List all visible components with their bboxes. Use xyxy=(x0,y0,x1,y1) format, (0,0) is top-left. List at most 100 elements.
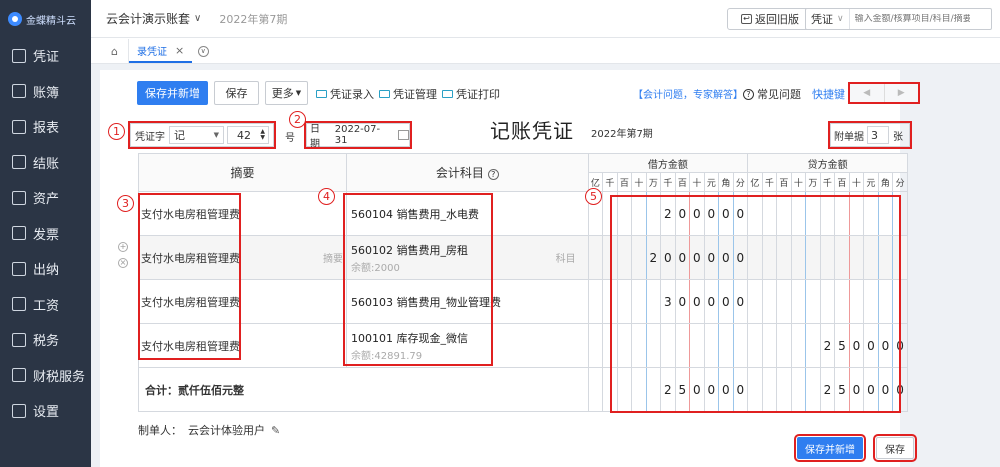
credit-digit[interactable] xyxy=(834,279,850,324)
credit-digit[interactable] xyxy=(790,323,807,368)
debit-digit[interactable] xyxy=(602,235,618,280)
debit-digit[interactable]: 0 xyxy=(660,235,676,280)
credit-digit[interactable]: 0 xyxy=(892,323,908,368)
account-set-name[interactable]: 云会计演示账套 xyxy=(106,10,190,27)
total-credit-digit[interactable]: 2 xyxy=(819,367,836,412)
debit-digit[interactable]: 3 xyxy=(660,279,676,324)
credit-digit[interactable] xyxy=(776,279,792,324)
credit-digit[interactable] xyxy=(863,279,879,324)
total-credit-digit[interactable]: 0 xyxy=(848,367,865,412)
credit-digit[interactable] xyxy=(863,235,879,280)
credit-digit[interactable] xyxy=(776,235,792,280)
total-credit-digit[interactable]: 0 xyxy=(892,367,908,412)
debit-digit[interactable]: 0 xyxy=(703,279,720,324)
save-bottom-button[interactable]: 保存 xyxy=(873,434,917,462)
debit-digit[interactable] xyxy=(689,323,705,368)
tab-more-button[interactable]: ∨ xyxy=(192,39,214,63)
debit-digit[interactable] xyxy=(645,323,662,368)
debit-digit[interactable] xyxy=(616,279,633,324)
credit-digit[interactable] xyxy=(892,235,908,280)
debit-digit[interactable] xyxy=(602,279,618,324)
home-tab[interactable]: ⌂ xyxy=(101,39,129,63)
total-debit-digit[interactable] xyxy=(587,367,604,412)
credit-digit[interactable] xyxy=(805,279,821,324)
total-debit-digit[interactable]: 0 xyxy=(718,367,734,412)
credit-digit[interactable] xyxy=(747,235,763,280)
add-row-icon[interactable]: + xyxy=(118,242,128,252)
debit-digit[interactable]: 0 xyxy=(718,235,734,280)
debit-digit[interactable] xyxy=(631,323,647,368)
credit-digit[interactable] xyxy=(761,191,778,236)
debit-digit[interactable] xyxy=(587,235,604,280)
account-cell[interactable]: 100101 库存现金_微信 余额:42891.79 xyxy=(346,323,589,368)
credit-digit[interactable] xyxy=(805,235,821,280)
search-input[interactable] xyxy=(849,14,970,24)
credit-digit[interactable] xyxy=(819,279,836,324)
debit-digit[interactable]: 0 xyxy=(718,191,734,236)
total-debit-digit[interactable] xyxy=(602,367,618,412)
debit-digit[interactable]: 0 xyxy=(689,279,705,324)
credit-digit[interactable] xyxy=(776,191,792,236)
total-credit-digit[interactable] xyxy=(761,367,778,412)
save-and-new-button[interactable]: 保存并新增 xyxy=(137,81,208,105)
credit-digit[interactable] xyxy=(805,191,821,236)
credit-digit[interactable] xyxy=(761,323,778,368)
edit-icon[interactable]: ✎ xyxy=(271,424,280,437)
debit-digit[interactable]: 0 xyxy=(732,279,749,324)
voucher-number-stepper[interactable]: 42 ▲ ▼ xyxy=(227,126,269,144)
total-debit-digit[interactable] xyxy=(616,367,633,412)
credit-digit[interactable] xyxy=(790,279,807,324)
sidebar-item-6[interactable]: 出纳 xyxy=(0,251,91,287)
more-menu-button[interactable]: 更多 ▼ xyxy=(265,81,308,105)
credit-digit[interactable] xyxy=(747,323,763,368)
debit-digit[interactable] xyxy=(631,235,647,280)
credit-digit[interactable]: 5 xyxy=(834,323,850,368)
account-cell[interactable]: 560102 销售费用_房租 余额:2000 科目 xyxy=(346,235,589,280)
total-credit-digit[interactable] xyxy=(776,367,792,412)
credit-digit[interactable] xyxy=(834,235,850,280)
sidebar-item-1[interactable]: 账簿 xyxy=(0,74,91,110)
debit-digit[interactable]: 2 xyxy=(660,191,676,236)
total-debit-digit[interactable]: 2 xyxy=(660,367,676,412)
debit-digit[interactable] xyxy=(616,323,633,368)
attachments-count-input[interactable]: 3 xyxy=(867,126,889,144)
total-debit-digit[interactable] xyxy=(645,367,662,412)
account-cell[interactable]: 560103 销售费用_物业管理费 xyxy=(346,279,589,324)
credit-digit[interactable] xyxy=(819,235,836,280)
sidebar-item-5[interactable]: 发票 xyxy=(0,216,91,252)
credit-digit[interactable]: 0 xyxy=(848,323,865,368)
credit-digit[interactable] xyxy=(790,191,807,236)
close-icon[interactable]: × xyxy=(175,44,184,57)
credit-digit[interactable] xyxy=(877,279,894,324)
total-debit-digit[interactable]: 0 xyxy=(703,367,720,412)
credit-digit[interactable] xyxy=(790,235,807,280)
stepper-arrows-icon[interactable]: ▲ ▼ xyxy=(260,129,265,141)
voucher-word-select[interactable]: 记 ▼ xyxy=(169,126,224,144)
date-field[interactable]: 日期 2022-07-31 xyxy=(306,123,410,150)
return-old-version-button[interactable]: ↩ 返回旧版 xyxy=(727,8,813,30)
credit-digit[interactable] xyxy=(761,235,778,280)
total-debit-digit[interactable]: 0 xyxy=(689,367,705,412)
sidebar-item-9[interactable]: 财税服务 xyxy=(0,358,91,394)
debit-digit[interactable]: 0 xyxy=(674,191,691,236)
credit-digit[interactable]: 0 xyxy=(877,323,894,368)
total-debit-digit[interactable]: 5 xyxy=(674,367,691,412)
debit-digit[interactable]: 0 xyxy=(703,191,720,236)
debit-digit[interactable] xyxy=(631,191,647,236)
sidebar-item-8[interactable]: 税务 xyxy=(0,322,91,358)
debit-digit[interactable] xyxy=(645,191,662,236)
debit-digit[interactable] xyxy=(703,323,720,368)
credit-digit[interactable] xyxy=(877,235,894,280)
debit-digit[interactable]: 0 xyxy=(703,235,720,280)
credit-digit[interactable] xyxy=(819,191,836,236)
faq-link[interactable]: ? 常见问题 xyxy=(743,86,801,102)
question-icon[interactable]: ? xyxy=(487,169,499,180)
credit-digit[interactable]: 2 xyxy=(819,323,836,368)
credit-digit[interactable] xyxy=(892,279,908,324)
save-button[interactable]: 保存 xyxy=(214,81,259,105)
sidebar-item-3[interactable]: 结账 xyxy=(0,145,91,181)
credit-digit[interactable] xyxy=(848,279,865,324)
total-debit-digit[interactable]: 0 xyxy=(732,367,749,412)
tab-voucher-entry[interactable]: 录凭证 × xyxy=(129,39,193,63)
expert-help-link[interactable]: 【会计问题，专家解答】 xyxy=(633,86,743,101)
